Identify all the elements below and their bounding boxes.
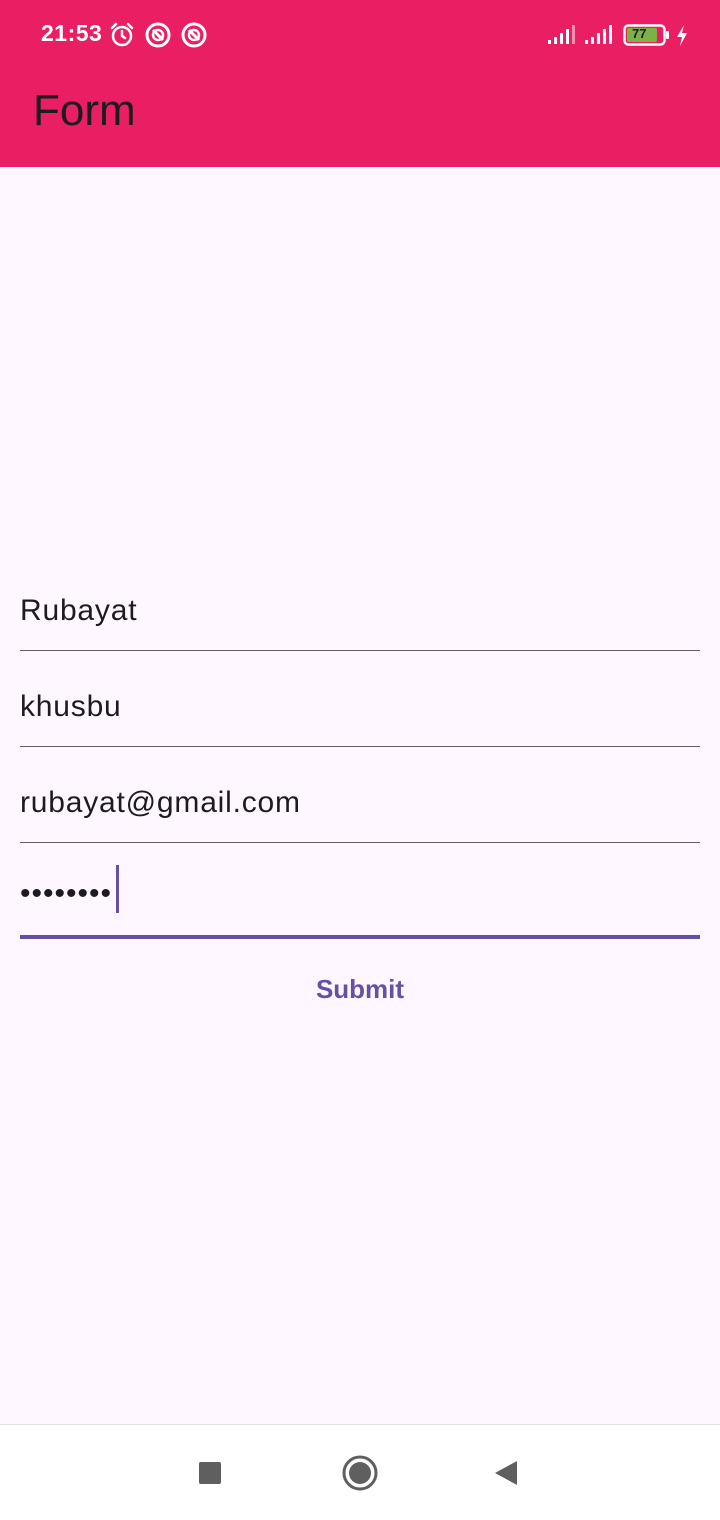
- page-title: Form: [33, 86, 136, 135]
- last-name-field[interactable]: [20, 651, 700, 747]
- text-cursor: [116, 865, 119, 913]
- back-icon[interactable]: [482, 1449, 530, 1497]
- system-nav-bar: [0, 1424, 720, 1520]
- do-not-disturb-icon: [180, 21, 208, 49]
- submit-button[interactable]: Submit: [280, 961, 440, 1017]
- email-field[interactable]: [20, 747, 700, 843]
- do-not-disturb-icon: [144, 21, 172, 49]
- charging-icon: [673, 21, 691, 49]
- recents-icon[interactable]: [186, 1449, 234, 1497]
- first-name-input[interactable]: [20, 594, 700, 628]
- battery-icon: 77: [623, 21, 671, 49]
- home-icon[interactable]: [336, 1449, 384, 1497]
- status-bar: 21:53 77: [0, 0, 720, 70]
- signal-icon: [547, 21, 577, 49]
- status-time: 21:53: [41, 20, 103, 46]
- email-input[interactable]: [20, 786, 700, 820]
- first-name-field[interactable]: [20, 555, 700, 651]
- last-name-input[interactable]: [20, 690, 700, 724]
- form-content: •••••••• Submit: [0, 167, 720, 1424]
- password-field[interactable]: ••••••••: [20, 843, 700, 939]
- signal-icon: [584, 21, 614, 49]
- app-bar: Form: [0, 70, 720, 167]
- battery-level: 77: [632, 26, 647, 41]
- password-input[interactable]: ••••••••: [20, 879, 112, 909]
- alarm-icon: [108, 21, 136, 49]
